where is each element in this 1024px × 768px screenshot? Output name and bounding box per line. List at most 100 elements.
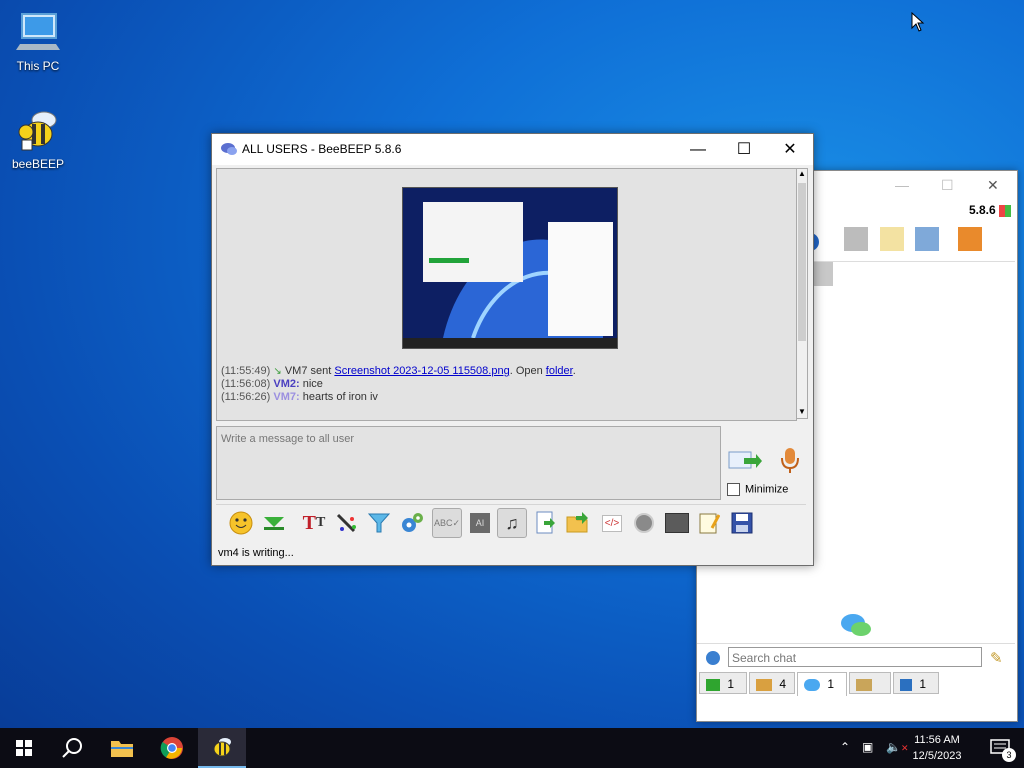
settings-icon[interactable] [706,651,720,665]
minimize-button[interactable]: — [675,134,721,165]
message-text: . [572,365,576,377]
file-explorer-button[interactable] [98,728,146,768]
emoticon-button[interactable] [228,510,254,536]
tab-count: 1 [919,677,927,691]
send-button[interactable] [728,448,762,474]
tab-bar: 1 4 1 1 [697,672,1015,696]
scroll-up-icon[interactable]: ▲ [798,169,806,178]
mouse-cursor-icon [911,12,925,32]
message-sender: VM2: [273,378,300,390]
start-button[interactable] [0,728,48,768]
record-button[interactable] [631,510,657,536]
music-button[interactable]: ♫ [497,508,527,538]
tab-groups[interactable]: 4 [749,672,795,694]
font-icon-small: T [316,515,326,530]
tools-icon[interactable] [915,227,940,251]
voice-message-button[interactable] [778,446,802,476]
broom-icon[interactable]: ✎ [990,649,1003,667]
download-button[interactable] [261,510,287,536]
filter-button[interactable] [366,510,392,536]
chat-scrollbar[interactable]: ▲ ▼ [796,168,808,419]
message-text: . Open [509,365,546,377]
maximize-button[interactable]: ☐ [721,134,767,165]
message-input[interactable]: Write a message to all user [216,426,721,500]
tab-chats[interactable]: 1 [797,672,847,696]
title-bar[interactable]: ALL USERS - BeeBEEP 5.8.6 — ☐ ✕ [212,134,813,165]
spellcheck-button[interactable]: ABC✓ [432,508,462,538]
font-icon: T [302,511,316,534]
font-button[interactable]: TT [301,510,327,536]
scroll-down-icon[interactable]: ▼ [798,407,806,416]
beebeep-taskbar-button[interactable] [198,728,246,768]
taskbar: ⌃ ▣ 🔈✕ 11:56 AM 12/5/2023 3 [0,728,1024,768]
save-icon [731,512,753,534]
tab-share[interactable]: 1 [893,672,939,694]
search-input[interactable]: Search chat [728,647,982,667]
desktop-icon-beebeep[interactable]: beeBEEP [6,108,70,171]
chat-window[interactable]: ALL USERS - BeeBEEP 5.8.6 — ☐ ✕ (11:55:4… [211,133,814,566]
tab-people[interactable] [849,672,891,694]
scroll-thumb[interactable] [798,183,806,341]
color-button[interactable] [333,510,359,536]
window-title: ALL USERS - BeeBEEP 5.8.6 [242,142,402,156]
close-button[interactable]: ✕ [767,134,813,165]
notification-badge: 3 [1002,748,1016,762]
tab-count: 1 [727,677,735,691]
file-link[interactable]: Screenshot 2023-12-05 115508.png [334,365,509,377]
show-hidden-icons-button[interactable]: ⌃ [840,740,850,754]
close-button[interactable]: ✕ [987,177,999,194]
minimize-button[interactable]: — [895,177,909,193]
message-time: (11:56:26) [221,391,271,403]
beebeep-icon [213,738,231,757]
edit-icon[interactable] [879,227,904,251]
send-file-icon [536,511,555,534]
minimize-checkbox[interactable]: Minimize [727,483,788,496]
notification-center-button[interactable]: 3 [976,728,1024,768]
mail-icon[interactable] [844,227,869,251]
computer-icon [16,13,60,50]
code-button[interactable]: </> [599,510,625,536]
start-icon [16,740,32,756]
message-text: nice [299,378,323,390]
search-button[interactable] [48,728,96,768]
chat-message: (11:56:26) VM7: hearts of iron iv [221,391,378,403]
update-icon[interactable] [958,227,983,251]
music-note-icon: ♫ [505,512,519,533]
maximize-button[interactable]: ☐ [941,177,954,194]
desktop-icon-label: beeBEEP [11,157,65,171]
screenshot-thumbnail[interactable] [402,187,618,349]
search-bar: Search chat ✎ [697,643,1015,672]
send-file-button[interactable] [533,510,559,536]
chat-history[interactable]: (11:55:49) ↘ VM7 sent Screenshot 2023-12… [216,168,797,421]
users-online-icon [706,678,720,691]
tab-users[interactable]: 1 [699,672,747,694]
abc-icon: AI [470,513,490,533]
settings-button[interactable] [399,510,425,536]
groups-icon [756,678,772,691]
color-pen-icon [336,513,356,533]
screenshot-preview-icon [403,188,617,348]
minimize-label: Minimize [745,483,789,496]
chrome-icon [160,737,183,759]
message-sender: VM7 [284,365,308,377]
abc-button[interactable]: AI [467,510,493,536]
desktop-icon-this-pc[interactable]: This PC [6,10,70,73]
share-icon [900,678,912,691]
file-explorer-icon [111,741,133,757]
system-clock[interactable]: 11:56 AM 12/5/2023 [906,732,968,764]
chat-message: (11:56:08) VM2: nice [221,378,323,390]
checkbox-box[interactable] [727,483,740,496]
chat-toolbar: TT ABC✓ AI ♫ </> [216,504,806,541]
network-icon[interactable]: ▣ [862,740,873,754]
screenshot-button[interactable] [664,510,690,536]
search-icon [62,738,82,758]
spellcheck-icon: ABC✓ [433,517,461,528]
send-folder-button[interactable] [565,510,591,536]
chrome-button[interactable] [148,728,196,768]
folder-link[interactable]: folder [546,365,573,377]
bee-icon [18,111,57,151]
save-button[interactable] [729,510,755,536]
notes-button[interactable] [696,510,722,536]
people-icon [856,678,872,691]
emoticon-icon [229,511,253,535]
